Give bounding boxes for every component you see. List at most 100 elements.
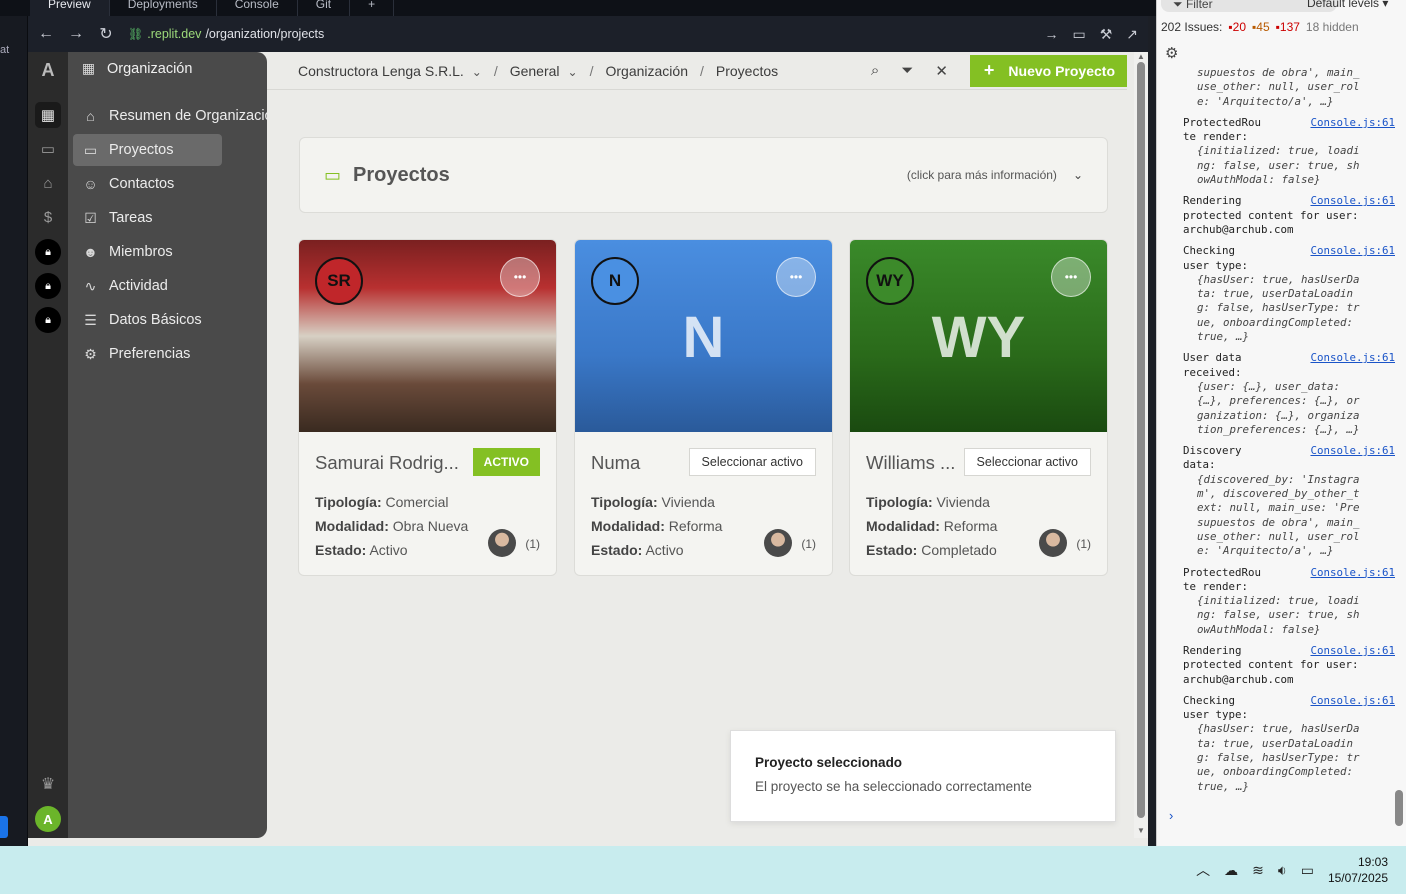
section-selector[interactable]: General ⌄ xyxy=(506,63,582,79)
building-icon[interactable]: ▦ xyxy=(35,102,61,128)
user-avatar[interactable]: A xyxy=(35,806,61,832)
projects-info-panel[interactable]: ▭ Proyectos (click para más información)… xyxy=(299,137,1108,213)
sidebar-item-preferencias[interactable]: ⚙ Preferencias xyxy=(73,338,267,370)
sidebar-item-tareas[interactable]: ☑ Tareas xyxy=(73,202,267,234)
sidebar-item-actividad[interactable]: ∿ Actividad xyxy=(73,270,267,302)
warning-count: ▪45 xyxy=(1252,20,1270,34)
sidebar-item-proyectos[interactable]: ▭ Proyectos xyxy=(73,134,222,166)
reload-icon[interactable]: ↻ xyxy=(98,24,114,44)
devices-icon[interactable]: ▭ xyxy=(1072,26,1085,43)
console-log: supuestos de obra', main_ use_other: nul… xyxy=(1183,66,1395,801)
battery-icon[interactable]: ▭ xyxy=(1301,862,1314,879)
new-project-button[interactable]: + Nuevo Proyecto xyxy=(969,54,1127,87)
project-card[interactable]: N N ••• Numa Seleccionar activo Tipologí… xyxy=(574,239,833,576)
log-entry[interactable]: supuestos de obra', main_ use_other: nul… xyxy=(1183,66,1395,109)
clock[interactable]: 19:03 15/07/2025 xyxy=(1328,854,1388,886)
project-cover: N N ••• xyxy=(575,240,832,432)
close-icon[interactable]: ✕ xyxy=(935,62,948,80)
log-levels-dropdown[interactable]: Default levels ▾ xyxy=(1307,0,1388,10)
filter-icon[interactable]: ⏷ xyxy=(901,62,913,79)
log-entry[interactable]: Console.js:61 Rendering protected content… xyxy=(1183,644,1395,687)
sidebar-item-resumen[interactable]: ⌂ Resumen de Organización xyxy=(73,100,267,132)
issues-bar[interactable]: 202 Issues: ▪20 ▪45 ▪137 18 hidden xyxy=(1161,20,1359,34)
chevron-up-icon[interactable]: ︿ xyxy=(1196,860,1210,880)
select-active-button[interactable]: Seleccionar activo xyxy=(963,448,1091,476)
member-avatar[interactable] xyxy=(488,529,516,557)
chevron-down-icon: ⌄ xyxy=(567,64,578,79)
log-body: {discovered_by: 'Instagra m', discovered… xyxy=(1197,472,1360,558)
forward-icon[interactable]: → xyxy=(68,25,84,43)
lock-icon[interactable]: 🔒︎ xyxy=(35,239,61,265)
folder-icon[interactable]: ▭ xyxy=(35,136,61,162)
ide-tab-deployments[interactable]: Deployments xyxy=(110,0,217,16)
wifi-icon[interactable]: ≋ xyxy=(1252,862,1264,879)
ide-left-indicator[interactable] xyxy=(0,816,8,838)
lock-icon[interactable]: 🔒︎ xyxy=(35,307,61,333)
log-entry[interactable]: Console.js:61 Checking user type: {hasUser… xyxy=(1183,694,1395,794)
log-source-link[interactable]: Console.js:61 xyxy=(1310,116,1395,130)
project-card[interactable]: SR ••• Samurai Rodrig... ACTIVO Tipologí… xyxy=(298,239,557,576)
open-external-icon[interactable]: ↗ xyxy=(1126,26,1138,43)
project-card[interactable]: WY WY ••• Williams ... Seleccionar activ… xyxy=(849,239,1108,576)
ide-tab-preview[interactable]: Preview xyxy=(30,0,110,16)
url-field[interactable]: ⛓ .replit.dev/organization/projects xyxy=(128,27,324,41)
issues-label: 202 Issues: xyxy=(1161,20,1223,34)
log-source-link[interactable]: Console.js:61 xyxy=(1310,244,1395,258)
sidebar-item-label: Proyectos xyxy=(109,142,174,158)
volume-icon[interactable]: 🔉︎ xyxy=(1278,862,1287,879)
sidebar-item-contactos[interactable]: ☺ Contactos xyxy=(73,168,267,200)
console-prompt[interactable]: › xyxy=(1169,808,1173,823)
search-icon[interactable]: ⌕ xyxy=(871,62,879,79)
app-logo[interactable]: A xyxy=(28,60,68,81)
chevron-down-icon[interactable]: ⌄ xyxy=(1073,168,1083,182)
log-source-link[interactable]: Console.js:61 xyxy=(1310,444,1395,458)
breadcrumb-organizacion[interactable]: Organización xyxy=(601,63,692,79)
org-selector[interactable]: Constructora Lenga S.R.L. ⌄ xyxy=(294,63,486,79)
crown-icon[interactable]: ♛ xyxy=(28,774,68,794)
go-arrow-icon[interactable]: → xyxy=(1044,26,1058,43)
log-entry[interactable]: Console.js:61 ProtectedRou te render: {ini… xyxy=(1183,566,1395,637)
sidebar-item-label: Datos Básicos xyxy=(109,312,202,328)
gear-icon[interactable]: ⚙ xyxy=(1165,44,1178,62)
toast-message: El proyecto se ha seleccionado correctam… xyxy=(755,779,1032,794)
scrollbar-thumb[interactable] xyxy=(1395,790,1403,826)
log-entry[interactable]: Console.js:61 Discovery data: {discovered_… xyxy=(1183,444,1395,558)
ide-tab-console[interactable]: Console xyxy=(217,0,298,16)
log-source-link[interactable]: Console.js:61 xyxy=(1310,194,1395,208)
more-options-button[interactable]: ••• xyxy=(776,257,816,297)
log-entry[interactable]: Console.js:61 Checking user type: {hasUser… xyxy=(1183,244,1395,344)
more-options-button[interactable]: ••• xyxy=(1051,257,1091,297)
log-source-link[interactable]: Console.js:61 xyxy=(1310,694,1395,708)
active-badge[interactable]: ACTIVO xyxy=(472,448,540,476)
member-avatar[interactable] xyxy=(764,529,792,557)
log-source-link[interactable]: Console.js:61 xyxy=(1310,644,1395,658)
scroll-up-icon[interactable]: ▲ xyxy=(1137,52,1145,61)
helmet-icon[interactable]: ⌂ xyxy=(35,170,61,196)
log-source-link[interactable]: Console.js:61 xyxy=(1310,566,1395,580)
log-entry[interactable]: Console.js:61 User data received: {user: {… xyxy=(1183,351,1395,437)
page-scrollbar[interactable]: ▲ ▼ xyxy=(1134,52,1148,838)
select-active-button[interactable]: Seleccionar activo xyxy=(688,448,816,476)
scroll-down-icon[interactable]: ▼ xyxy=(1137,826,1145,835)
database-icon: ☰ xyxy=(84,311,97,328)
sidebar-header[interactable]: ▦ Organización xyxy=(80,60,193,77)
project-modalidad: Modalidad: Reforma xyxy=(591,518,722,534)
sidebar-item-miembros[interactable]: ☻ Miembros xyxy=(73,236,267,268)
log-entry[interactable]: Console.js:61 ProtectedRou te render: {ini… xyxy=(1183,116,1395,187)
cloud-icon[interactable]: ☁ xyxy=(1224,862,1238,879)
more-options-button[interactable]: ••• xyxy=(500,257,540,297)
scrollbar-thumb[interactable] xyxy=(1137,62,1145,818)
sidebar-item-datos-basicos[interactable]: ☰ Datos Básicos xyxy=(73,304,267,336)
wrench-icon[interactable]: ⚒ xyxy=(1100,26,1113,43)
log-source-link[interactable]: Console.js:61 xyxy=(1310,351,1395,365)
ide-new-tab-button[interactable]: + xyxy=(350,0,395,16)
member-avatar[interactable] xyxy=(1039,529,1067,557)
toast-notification[interactable]: Proyecto seleccionado El proyecto se ha … xyxy=(730,730,1116,822)
log-entry[interactable]: Console.js:61 Rendering protected content… xyxy=(1183,194,1395,237)
console-scrollbar[interactable] xyxy=(1394,70,1404,842)
dollar-icon[interactable]: $ xyxy=(35,204,61,230)
lock-icon[interactable]: 🔒︎ xyxy=(35,273,61,299)
back-icon[interactable]: ← xyxy=(38,25,54,43)
warning-count-value: 45 xyxy=(1256,20,1270,34)
ide-tab-git[interactable]: Git xyxy=(298,0,351,16)
